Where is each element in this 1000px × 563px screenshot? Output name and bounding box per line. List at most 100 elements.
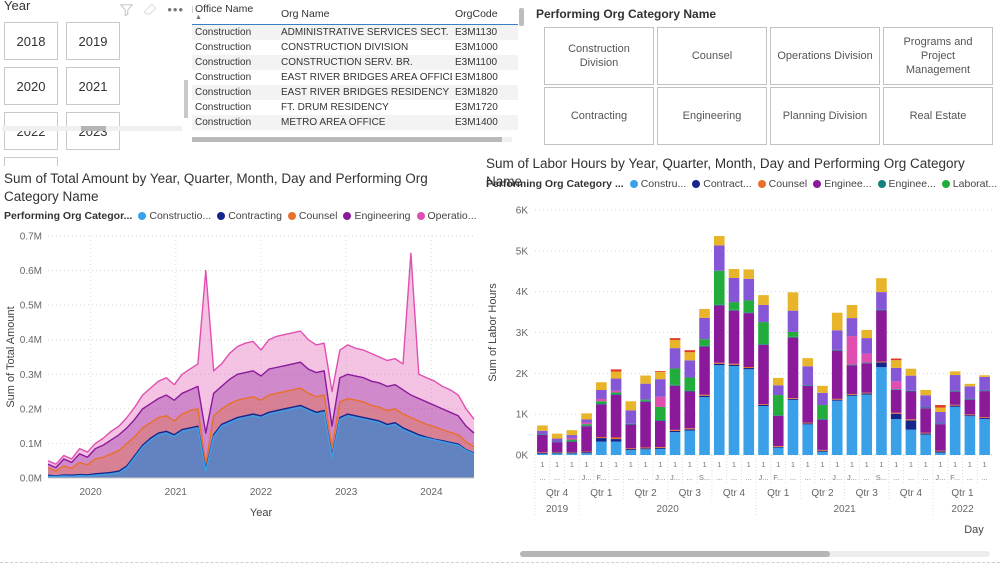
org-option-contracting[interactable]: Contracting xyxy=(544,87,654,145)
legend-color-dot xyxy=(217,212,226,220)
svg-text:...: ... xyxy=(805,473,811,482)
svg-text:...: ... xyxy=(864,473,870,482)
svg-text:J...: J... xyxy=(832,473,842,482)
table-row[interactable]: Construction ADMINISTRATIVE SERVICES SEC… xyxy=(192,24,518,40)
svg-text:0.5M: 0.5M xyxy=(20,301,42,312)
cell-orgcode: E3M1820 xyxy=(452,85,518,100)
bar-legend-item-construction-division[interactable]: Constru... xyxy=(629,178,686,190)
legend-color-dot xyxy=(941,180,950,188)
bar-legend-title: Performing Org Category ... xyxy=(486,178,624,190)
svg-text:...: ... xyxy=(967,473,973,482)
table-row[interactable]: Construction METRO AREA OFFICE E3M1400 xyxy=(192,115,518,130)
svg-text:5K: 5K xyxy=(516,246,529,257)
table-vertical-scrollbar[interactable] xyxy=(519,8,524,26)
year-button-2020[interactable]: 2020 xyxy=(4,67,58,105)
bar-legend-item-engineering-a[interactable]: Enginee... xyxy=(813,178,872,190)
more-options-icon[interactable]: ••• xyxy=(167,3,184,16)
org-option-programs-and-project-management[interactable]: Programs and Project Management xyxy=(883,27,993,85)
svg-text:2020: 2020 xyxy=(79,487,102,498)
area-legend-item-construction-division[interactable]: Constructio... xyxy=(138,210,211,222)
column-header-org-name[interactable]: Org Name xyxy=(278,0,452,25)
column-header-orgcode[interactable]: OrgCode xyxy=(452,0,518,25)
year-button-2018[interactable]: 2018 xyxy=(4,22,58,60)
year-button-2021[interactable]: 2021 xyxy=(66,67,120,105)
org-option-construction-division[interactable]: Construction Division xyxy=(544,27,654,85)
svg-text:2020: 2020 xyxy=(657,504,680,515)
year-slicer-toolbar[interactable]: ••• xyxy=(119,2,184,17)
area-legend-item-counsel[interactable]: Counsel xyxy=(287,210,337,222)
performing-org-category-slicer[interactable]: Performing Org Category Name Constructio… xyxy=(528,0,1000,152)
svg-text:0.6M: 0.6M xyxy=(20,266,42,277)
table-row[interactable]: Construction EAST RIVER BRIDGES RESIDENC… xyxy=(192,85,518,100)
bar-chart-horizontal-scrollbar[interactable] xyxy=(520,551,990,557)
area-legend-item-operations-division[interactable]: Operatio... xyxy=(416,210,477,222)
org-table[interactable]: Office Name ▲ Org Name OrgCode Construct… xyxy=(190,0,528,148)
bar-chart-legend[interactable]: Performing Org Category ... Constru... C… xyxy=(486,178,998,190)
svg-text:2022: 2022 xyxy=(951,504,974,515)
filter-icon[interactable] xyxy=(119,2,134,17)
labor-hours-bar-chart[interactable]: Sum of Labor Hours by Year, Quarter, Mon… xyxy=(480,152,1000,563)
svg-text:Day: Day xyxy=(964,524,984,536)
table-body: Construction ADMINISTRATIVE SERVICES SEC… xyxy=(192,24,518,130)
bar-legend-item-engineering-b[interactable]: Enginee... xyxy=(877,178,936,190)
legend-color-dot xyxy=(813,180,822,188)
year-slicer[interactable]: Year ••• 2018 2019 2020 2021 2022 2023 2… xyxy=(0,0,191,195)
year-button-2023[interactable]: 2023 xyxy=(66,112,120,150)
cell-org-name: ADMINISTRATIVE SERVICES SECT. xyxy=(278,24,452,40)
area-chart-legend[interactable]: Performing Org Categor... Constructio...… xyxy=(4,210,491,222)
area-legend-item-contracting[interactable]: Contracting xyxy=(217,210,282,222)
svg-text:Qtr 2: Qtr 2 xyxy=(634,488,657,499)
svg-text:0.2M: 0.2M xyxy=(20,404,42,415)
svg-text:0K: 0K xyxy=(516,451,529,462)
area-legend-label: Contracting xyxy=(228,210,282,222)
bar-legend-item-contracting[interactable]: Contract... xyxy=(692,178,752,190)
total-amount-area-chart[interactable]: Sum of Total Amount by Year, Quarter, Mo… xyxy=(0,166,491,563)
table-horizontal-scrollbar[interactable] xyxy=(192,137,512,142)
bar-legend-item-counsel[interactable]: Counsel xyxy=(757,178,808,190)
org-option-counsel[interactable]: Counsel xyxy=(657,27,767,85)
sort-ascending-icon: ▲ xyxy=(195,14,202,21)
year-slicer-horizontal-scrollbar[interactable] xyxy=(2,126,182,131)
org-slicer-button-grid[interactable]: Construction Division Counsel Operations… xyxy=(544,27,993,145)
svg-text:J...: J... xyxy=(670,473,680,482)
svg-text:0.4M: 0.4M xyxy=(20,335,42,346)
eraser-icon[interactable] xyxy=(143,2,158,17)
cell-office-name: Construction xyxy=(195,42,252,53)
area-legend-label: Engineering xyxy=(354,210,411,222)
org-option-real-estate[interactable]: Real Estate xyxy=(883,87,993,145)
org-option-operations-division[interactable]: Operations Division xyxy=(770,27,880,85)
column-header-office-name-label: Office Name xyxy=(195,3,254,15)
legend-color-dot xyxy=(757,180,766,188)
svg-text:...: ... xyxy=(731,473,737,482)
org-option-planning-division[interactable]: Planning Division xyxy=(770,87,880,145)
svg-text:3K: 3K xyxy=(516,328,529,339)
svg-text:...: ... xyxy=(893,473,899,482)
table-row[interactable]: Construction EAST RIVER BRIDGES AREA OFF… xyxy=(192,70,518,85)
bar-legend-item-laboratory[interactable]: Laborat... xyxy=(941,178,997,190)
table-row[interactable]: Construction FT. DRUM RESIDENCY E3M1720 xyxy=(192,100,518,115)
svg-text:Qtr 3: Qtr 3 xyxy=(679,488,702,499)
table-row[interactable]: Construction CONSTRUCTION SERV. BR. E3M1… xyxy=(192,55,518,70)
column-header-office-name[interactable]: Office Name ▲ xyxy=(192,0,278,25)
table-header-row: Office Name ▲ Org Name OrgCode xyxy=(192,0,518,25)
cell-org-name: EAST RIVER BRIDGES AREA OFFICE xyxy=(281,72,452,83)
svg-text:4K: 4K xyxy=(516,287,529,298)
year-button-2022[interactable]: 2022 xyxy=(4,112,58,150)
table-grid[interactable]: Office Name ▲ Org Name OrgCode Construct… xyxy=(192,0,518,130)
year-button-2019[interactable]: 2019 xyxy=(66,22,120,60)
year-slicer-vertical-scrollbar[interactable] xyxy=(184,80,188,118)
svg-text:Qtr 1: Qtr 1 xyxy=(590,488,613,499)
bar-legend-label: Contract... xyxy=(703,178,752,190)
svg-text:...: ... xyxy=(746,473,752,482)
svg-text:...: ... xyxy=(687,473,693,482)
svg-text:1: 1 xyxy=(791,460,795,469)
svg-text:...: ... xyxy=(790,473,796,482)
svg-text:Sum of Total Amount: Sum of Total Amount xyxy=(5,306,17,407)
table-row[interactable]: Construction CONSTRUCTION DIVISION E3M10… xyxy=(192,40,518,55)
svg-text:2K: 2K xyxy=(516,369,529,380)
area-legend-label: Operatio... xyxy=(427,210,477,222)
org-option-engineering[interactable]: Engineering xyxy=(657,87,767,145)
bar-legend-label: Counsel xyxy=(768,178,808,190)
area-legend-item-engineering[interactable]: Engineering xyxy=(343,210,411,222)
svg-text:Qtr 1: Qtr 1 xyxy=(767,488,790,499)
